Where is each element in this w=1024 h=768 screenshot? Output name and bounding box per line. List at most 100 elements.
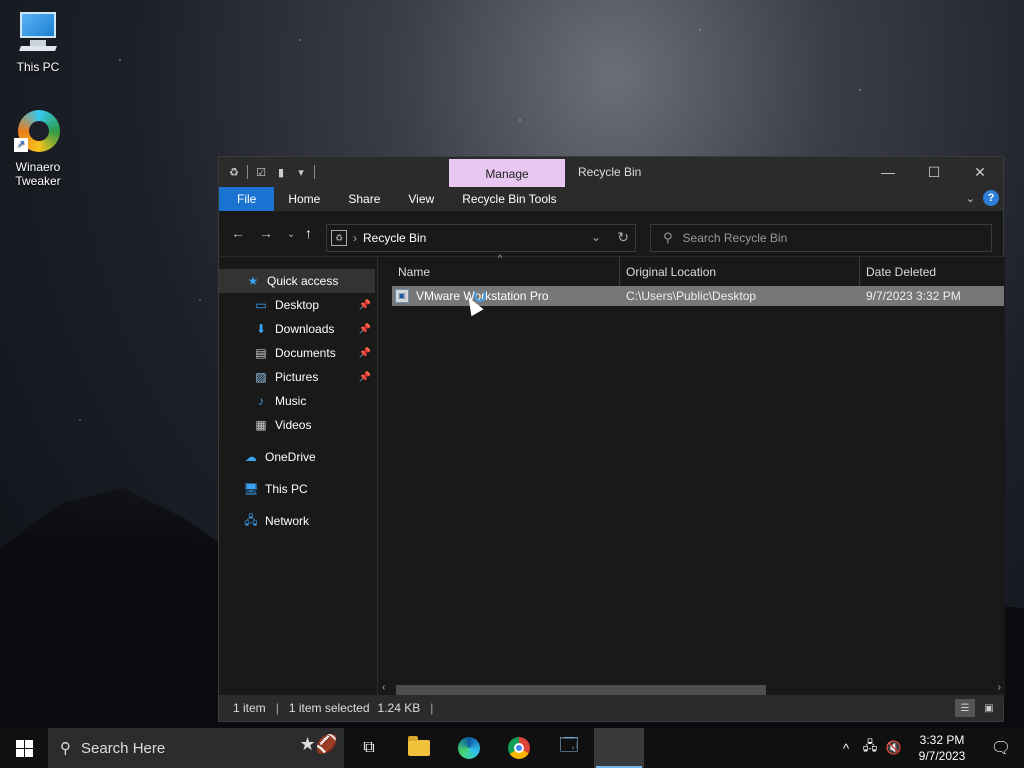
search-placeholder: Search Recycle Bin <box>682 231 788 245</box>
taskbar-search-box[interactable]: ⚲ Search Here ★🏈 <box>48 728 344 768</box>
folder-icon <box>408 736 430 756</box>
window-title: Recycle Bin <box>578 165 642 179</box>
column-headers: ^ Name Original Location Date Deleted <box>378 253 1005 287</box>
close-button[interactable]: ✕ <box>957 157 1003 187</box>
notification-center-icon[interactable]: 🗨 <box>978 738 1024 758</box>
search-box[interactable]: ⚲ Search Recycle Bin <box>650 224 992 252</box>
chrome-browser-icon <box>508 737 530 759</box>
scroll-right-icon[interactable]: › <box>998 682 1001 693</box>
sidebar-item-onedrive[interactable]: ☁ OneDrive <box>219 445 375 469</box>
taskbar-control-panel[interactable]: 🗔 <box>544 728 594 768</box>
details-view-icon[interactable]: ☰ <box>955 699 975 717</box>
scroll-left-icon[interactable]: ‹ <box>382 682 385 693</box>
picture-icon: ▨ <box>255 370 267 384</box>
status-size: 1.24 KB <box>377 701 421 715</box>
search-icon: ⚲ <box>663 230 673 245</box>
tab-recycle-bin-tools[interactable]: Recycle Bin Tools <box>448 187 571 211</box>
help-icon[interactable]: ? <box>983 190 999 206</box>
desktop-icon-this-pc[interactable]: This PC <box>0 8 76 74</box>
volume-muted-icon[interactable]: 🔇 <box>882 740 906 756</box>
busy-spinner-icon <box>474 290 486 302</box>
up-arrow-icon[interactable]: ↑ <box>305 225 312 241</box>
clock[interactable]: 3:32 PM 9/7/2023 <box>906 732 978 764</box>
sidebar-item-label: Network <box>265 514 310 528</box>
status-selected-count: 1 item selected <box>288 701 370 715</box>
customize-toolbar-icon[interactable]: ▾ <box>294 165 308 179</box>
cloud-icon: ☁ <box>245 450 257 464</box>
taskbar-file-explorer[interactable] <box>394 728 444 768</box>
column-header-name[interactable]: Name <box>392 257 430 287</box>
recycle-bin-icon: ♻ <box>331 230 347 246</box>
taskbar-recycle-bin-window[interactable] <box>594 728 644 768</box>
sidebar-item-desktop[interactable]: ▭ Desktop 📌 <box>219 293 375 317</box>
sidebar-item-downloads[interactable]: ⬇ Downloads 📌 <box>219 317 375 341</box>
taskbar-chrome[interactable] <box>494 728 544 768</box>
sidebar-item-label: Downloads <box>275 322 335 336</box>
sidebar-item-documents[interactable]: ▤ Documents 📌 <box>219 341 375 365</box>
tab-share[interactable]: Share <box>334 187 394 211</box>
start-button[interactable] <box>0 728 48 768</box>
recent-locations-icon[interactable]: ⌄ <box>287 229 295 240</box>
tab-home[interactable]: Home <box>274 187 334 211</box>
sidebar-item-videos[interactable]: ▦ Videos <box>219 413 375 437</box>
cell-original-location: C:\Users\Public\Desktop <box>626 289 757 303</box>
properties-icon[interactable]: ☑ <box>254 165 268 179</box>
scrollbar-thumb[interactable] <box>396 685 766 695</box>
pin-icon: 📌 <box>358 347 371 359</box>
maximize-button[interactable]: ☐ <box>911 157 957 187</box>
status-item-count: 1 item <box>233 701 266 715</box>
desktop-folder-icon: ▭ <box>255 298 267 312</box>
breadcrumb-chevron-icon[interactable]: › <box>353 231 357 245</box>
breadcrumb-recycle-bin[interactable]: Recycle Bin <box>363 231 426 245</box>
new-folder-icon[interactable]: ▮ <box>274 165 288 179</box>
expand-ribbon-icon[interactable]: ⌄ <box>966 192 975 205</box>
refresh-icon[interactable]: ↻ <box>617 229 629 246</box>
task-view-icon: ⧉ <box>363 739 375 756</box>
tab-view[interactable]: View <box>394 187 448 211</box>
recycle-bin-icon: ♻ <box>229 166 239 179</box>
column-header-date-deleted[interactable]: Date Deleted <box>860 257 936 287</box>
back-arrow-icon[interactable]: ← <box>231 225 245 241</box>
pin-icon: 📌 <box>358 371 371 383</box>
sidebar-item-label: This PC <box>265 482 308 496</box>
music-note-icon: ♪ <box>258 394 264 408</box>
large-icons-view-icon[interactable]: ▣ <box>979 699 999 717</box>
network-icon: 🖧 <box>244 512 258 527</box>
manage-context-tab[interactable]: Manage <box>449 159 565 187</box>
sidebar-item-pictures[interactable]: ▨ Pictures 📌 <box>219 365 375 389</box>
control-panel-icon: 🗔 <box>559 735 579 755</box>
sidebar-item-quick-access[interactable]: ★ Quick access <box>219 269 375 293</box>
quick-access-toolbar: ♻ ☑ ▮ ▾ <box>219 165 315 179</box>
column-header-original-location[interactable]: Original Location <box>620 257 716 287</box>
title-bar[interactable]: ♻ ☑ ▮ ▾ Manage Recycle Bin — ☐ ✕ <box>219 157 1003 187</box>
address-dropdown-icon[interactable]: ⌄ <box>591 230 601 244</box>
forward-arrow-icon[interactable]: → <box>259 225 273 241</box>
search-highlight-icon[interactable]: ★🏈 <box>299 734 338 755</box>
taskbar-edge[interactable] <box>444 728 494 768</box>
sidebar-item-network[interactable]: 🖧 Network <box>219 509 375 533</box>
ribbon-tabs: File Home Share View Recycle Bin Tools ⌄… <box>219 187 1003 211</box>
sidebar-item-label: Quick access <box>267 274 339 288</box>
sidebar-item-label: Documents <box>275 346 336 360</box>
desktop-icon-label: Winaero Tweaker <box>15 160 61 188</box>
desktop-icon-label: This PC <box>16 60 60 74</box>
navigation-bar: ← → ⌄ ↑ ♻ › Recycle Bin ⌄ ↻ ⚲ Search Rec… <box>219 211 1003 257</box>
sidebar-item-this-pc[interactable]: 🖥 This PC <box>219 477 375 501</box>
sidebar-item-music[interactable]: ♪ Music <box>219 389 375 413</box>
network-status-icon[interactable]: 🖧 <box>858 737 882 759</box>
system-tray: ^ 🖧 🔇 3:32 PM 9/7/2023 🗨 <box>834 728 1024 768</box>
document-icon: ▤ <box>255 346 267 360</box>
minimize-button[interactable]: — <box>865 157 911 187</box>
sidebar-item-label: OneDrive <box>265 450 316 464</box>
address-bar[interactable]: ♻ › Recycle Bin ⌄ ↻ <box>326 224 636 252</box>
status-bar: 1 item | 1 item selected 1.24 KB | ☰ ▣ <box>219 695 1003 721</box>
star-icon: ★ <box>247 274 259 288</box>
desktop-icon-winaero-tweaker[interactable]: ↗ Winaero Tweaker <box>0 108 76 188</box>
task-view-button[interactable]: ⧉ <box>344 728 394 768</box>
clock-time: 3:32 PM <box>919 733 965 747</box>
computer-icon <box>14 8 62 56</box>
video-icon: ▦ <box>255 418 267 432</box>
taskbar-search-placeholder: Search Here <box>81 739 166 757</box>
show-hidden-icons-chevron-icon[interactable]: ^ <box>834 741 858 756</box>
tab-file[interactable]: File <box>219 187 275 211</box>
